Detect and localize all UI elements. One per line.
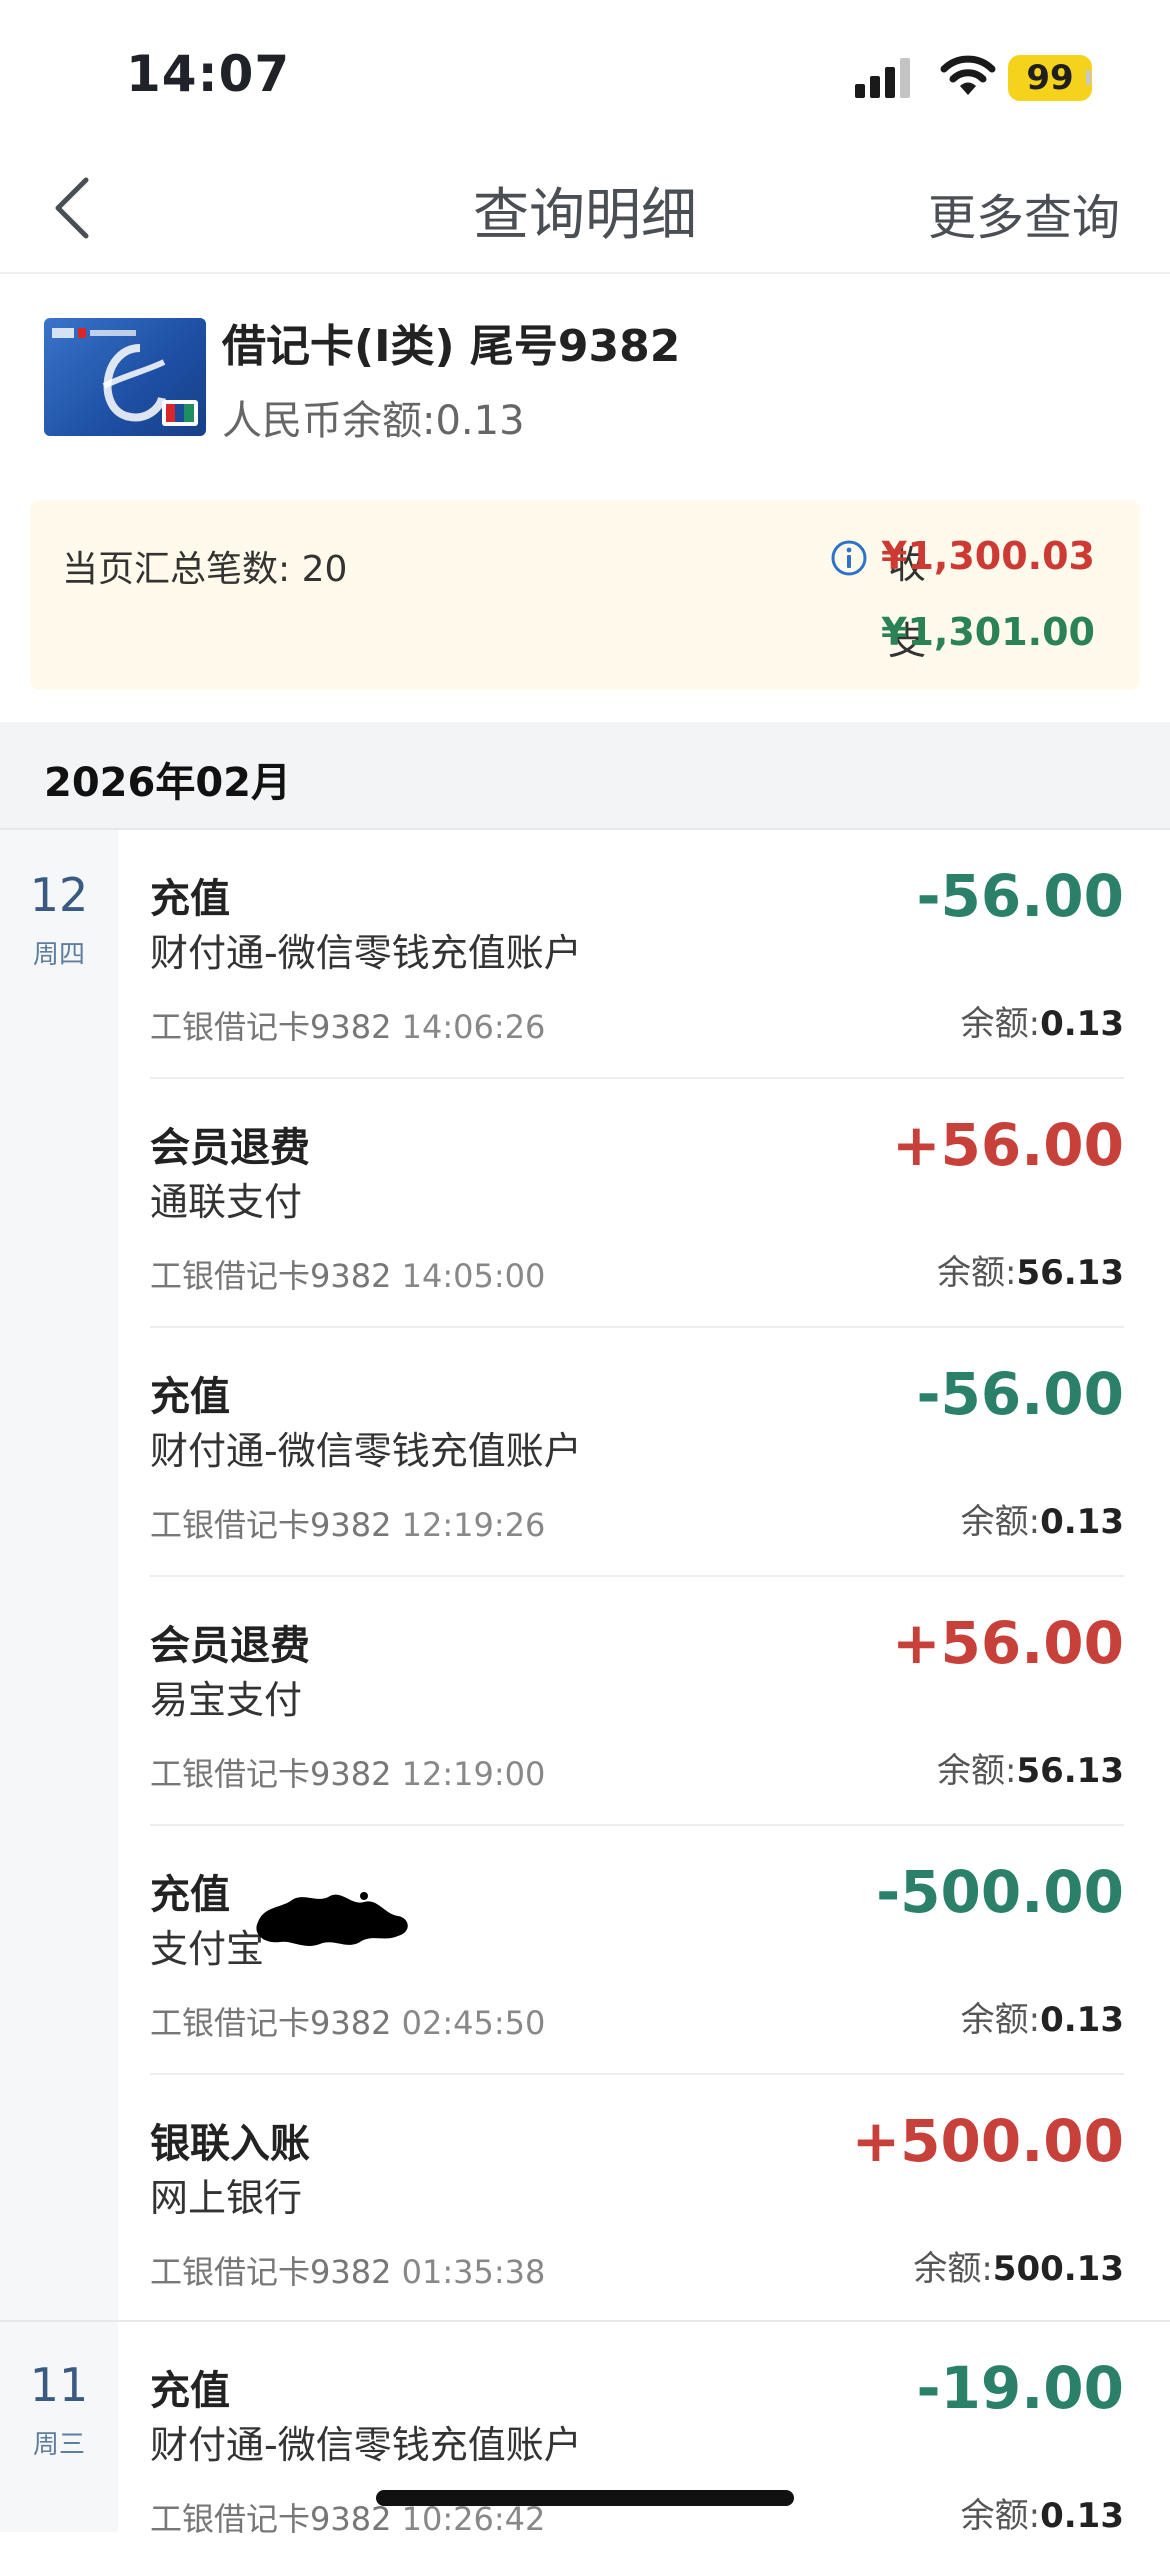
txn-balance-label: 余额:: [960, 1502, 1041, 1542]
txn-type: 充值: [150, 1374, 230, 1420]
txn-meta: 工银借记卡9382 12:19:00: [150, 1749, 545, 1795]
txn-balance-value: 0.13: [1040, 2496, 1124, 2536]
txn-balance-value: 0.13: [1040, 1004, 1124, 1044]
info-icon[interactable]: [830, 539, 868, 577]
txn-balance-value: 0.13: [1040, 2000, 1124, 2040]
txn-balance-label: 余额:: [936, 1253, 1017, 1293]
txn-balance: 余额:0.13: [961, 1494, 1124, 1543]
transaction-row[interactable]: 充值 支付宝 工银借记卡9382 02:45:50 -500.00 余额:0.1…: [118, 1826, 1170, 2075]
txn-time: 12:19:00: [401, 1755, 546, 1793]
txn-merchant: 财付通-微信零钱充值账户: [150, 2423, 582, 2467]
txn-balance-value: 56.13: [1016, 1751, 1124, 1791]
txn-balance-label: 余额:: [936, 1751, 1017, 1791]
txn-time: 14:06:26: [401, 1008, 546, 1046]
home-indicator: [376, 2490, 794, 2506]
txn-card: 工银借记卡9382: [150, 1755, 392, 1793]
txn-meta: 工银借记卡9382 14:06:26: [150, 1002, 545, 1048]
txn-time: 14:05:00: [401, 1257, 546, 1295]
txn-time: 01:35:38: [401, 2253, 546, 2291]
battery-icon: 99: [1008, 55, 1092, 101]
txn-meta: 工银借记卡9382 01:35:38: [150, 2247, 545, 2293]
day-number: 12: [29, 868, 89, 922]
transaction-row[interactable]: 充值 财付通-微信零钱充值账户 工银借记卡9382 10:26:42 -19.0…: [118, 2322, 1170, 2571]
income-amount: ¥1,300.03: [881, 534, 1095, 578]
transaction-row[interactable]: 会员退费 易宝支付 工银借记卡9382 12:19:00 +56.00 余额:5…: [118, 1577, 1170, 1826]
battery-tip: [1086, 70, 1091, 85]
txn-merchant: 网上银行: [150, 2176, 303, 2220]
txn-balance-label: 余额:: [960, 2496, 1041, 2536]
txn-amount: -56.00: [916, 1360, 1124, 1428]
txn-card: 工银借记卡9382: [150, 2253, 392, 2291]
txn-merchant: 财付通-微信零钱充值账户: [150, 931, 582, 975]
txn-balance-label: 余额:: [960, 1004, 1041, 1044]
card-image: [44, 318, 206, 436]
transaction-row[interactable]: 会员退费 通联支付 工银借记卡9382 14:05:00 +56.00 余额:5…: [118, 1079, 1170, 1328]
txn-balance: 余额:0.13: [961, 996, 1124, 1045]
txn-card: 工银借记卡9382: [150, 1008, 392, 1046]
txn-type: 充值: [150, 2368, 230, 2414]
more-query-button[interactable]: 更多查询: [928, 178, 1120, 248]
txn-amount: -19.00: [916, 2354, 1124, 2422]
summary-count: 当页汇总笔数: 20: [62, 549, 348, 590]
card-title: 借记卡(Ⅰ类) 尾号9382: [222, 321, 681, 372]
txn-type: 充值: [150, 1872, 230, 1918]
txn-time: 02:45:50: [401, 2004, 546, 2042]
day-column: 11 周三: [0, 2322, 118, 2532]
txn-amount: +56.00: [891, 1111, 1124, 1179]
expense-amount: ¥1,301.00: [881, 610, 1095, 654]
txn-balance: 余额:56.13: [937, 1743, 1124, 1792]
transaction-row[interactable]: 银联入账 网上银行 工银借记卡9382 01:35:38 +500.00 余额:…: [118, 2075, 1170, 2324]
txn-balance: 余额:0.13: [961, 1992, 1124, 2041]
txn-merchant: 易宝支付: [150, 1678, 303, 1722]
txn-balance: 余额:500.13: [913, 2241, 1124, 2290]
txn-type: 会员退费: [150, 1125, 310, 1171]
txn-balance-label: 余额:: [913, 2249, 993, 2289]
txn-balance-value: 500.13: [992, 2249, 1124, 2289]
txn-card: 工银借记卡9382: [150, 1257, 392, 1295]
summary-box: [30, 500, 1140, 690]
month-label: 2026年02月: [44, 760, 291, 806]
txn-card: 工银借记卡9382: [150, 2500, 392, 2538]
txn-balance-label: 余额:: [960, 2000, 1041, 2040]
txn-meta: 工银借记卡9382 14:05:00: [150, 1251, 545, 1297]
txn-amount: +56.00: [891, 1609, 1124, 1677]
txn-amount: -500.00: [876, 1858, 1124, 1926]
txn-balance-value: 56.13: [1016, 1253, 1124, 1293]
transaction-row[interactable]: 充值 财付通-微信零钱充值账户 工银借记卡9382 12:19:26 -56.0…: [118, 1328, 1170, 1577]
day-weekday: 周三: [32, 2430, 85, 2460]
day-number: 11: [29, 2358, 89, 2412]
txn-type: 银联入账: [150, 2121, 310, 2167]
card-balance: 人民币余额:0.13: [222, 398, 525, 444]
transaction-row[interactable]: 充值 财付通-微信零钱充值账户 工银借记卡9382 14:06:26 -56.0…: [118, 830, 1170, 1079]
redaction-blot: [256, 1892, 408, 1946]
txn-type: 充值: [150, 876, 230, 922]
txn-time: 12:19:26: [401, 1506, 546, 1544]
txn-merchant: 支付宝: [150, 1927, 265, 1971]
txn-meta: 工银借记卡9382 02:45:50: [150, 1998, 545, 2044]
txn-type: 会员退费: [150, 1623, 310, 1669]
txn-amount: +500.00: [851, 2107, 1124, 2175]
txn-balance-value: 0.13: [1040, 1502, 1124, 1542]
day-column: 12 周四: [0, 830, 118, 2320]
txn-balance: 余额:0.13: [961, 2488, 1124, 2537]
txn-card: 工银借记卡9382: [150, 2004, 392, 2042]
txn-amount: -56.00: [916, 862, 1124, 930]
txn-card: 工银借记卡9382: [150, 1506, 392, 1544]
status-time: 14:07: [126, 45, 291, 103]
back-icon[interactable]: [50, 176, 94, 240]
header-divider: [0, 272, 1170, 274]
txn-merchant: 财付通-微信零钱充值账户: [150, 1429, 582, 1473]
txn-merchant: 通联支付: [150, 1180, 303, 1224]
signal-icon: [855, 58, 910, 98]
txn-balance: 余额:56.13: [937, 1245, 1124, 1294]
day-weekday: 周四: [32, 940, 85, 970]
txn-meta: 工银借记卡9382 12:19:26: [150, 1500, 545, 1546]
wifi-icon: [940, 55, 996, 95]
